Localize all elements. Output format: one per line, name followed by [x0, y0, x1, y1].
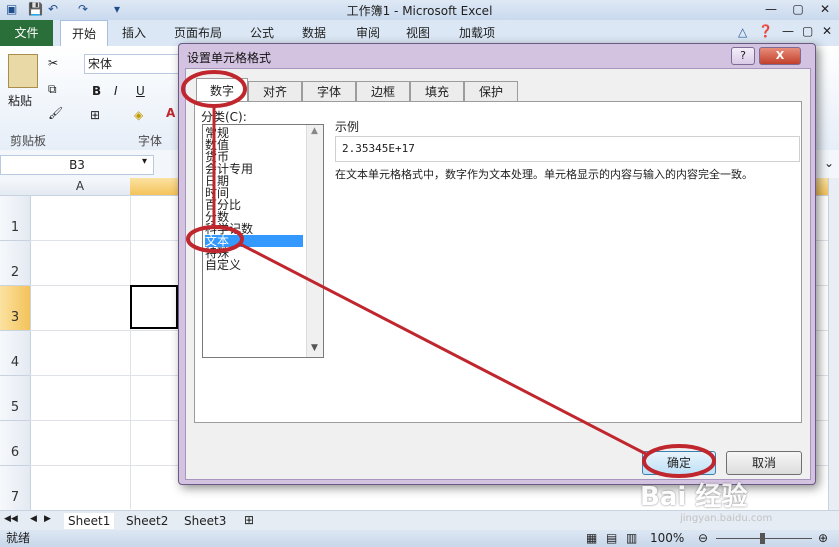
insert-sheet-icon[interactable]: ⊞	[244, 513, 254, 527]
category-item[interactable]: 自定义	[205, 259, 241, 271]
scroll-up-icon[interactable]: ▲	[311, 126, 318, 136]
cut-icon[interactable]: ✂	[48, 56, 58, 70]
fill-color-icon[interactable]: ◈	[134, 108, 143, 122]
status-bar: 就绪 ▦ ▤ ▥ 100% ⊖ ⊕	[0, 530, 839, 547]
sheet-tab-sheet1[interactable]: Sheet1	[64, 513, 115, 529]
tab-home[interactable]: 开始	[60, 20, 108, 47]
font-color-icon[interactable]: A	[166, 106, 175, 120]
dialog-title: 设置单元格格式	[187, 51, 272, 65]
normal-view-icon[interactable]: ▦	[586, 530, 597, 547]
sheet-nav-next-icon[interactable]: ▶	[44, 514, 51, 524]
category-list-scrollbar[interactable]: ▲ ▼	[306, 125, 323, 357]
column-header-a[interactable]: A	[30, 178, 131, 196]
baidu-watermark: Bai 经验 jingyan.baidu.com	[640, 476, 835, 526]
paste-icon[interactable]	[8, 54, 38, 88]
underline-button[interactable]: U	[136, 84, 145, 98]
bold-button[interactable]: B	[92, 84, 101, 98]
tab-file[interactable]: 文件	[0, 20, 53, 46]
column-gridline	[130, 195, 131, 509]
dialog-close-button[interactable]: X	[759, 47, 801, 65]
copy-icon[interactable]: ⧉	[48, 82, 57, 97]
tab-protection[interactable]: 保护	[464, 81, 518, 102]
page-break-view-icon[interactable]: ▥	[626, 530, 637, 547]
sheet-tab-sheet2[interactable]: Sheet2	[122, 513, 172, 529]
row-header-3[interactable]: 3	[0, 286, 31, 331]
sample-value: 2.35345E+17	[335, 136, 800, 162]
window-title: 工作簿1 - Microsoft Excel	[346, 4, 493, 18]
workbook-close-icon[interactable]: ✕	[822, 24, 832, 38]
baidu-url: jingyan.baidu.com	[680, 513, 773, 524]
workbook-restore-icon[interactable]: ▢	[802, 24, 813, 38]
borders-icon[interactable]: ⊞	[90, 108, 100, 122]
active-cell-b3[interactable]	[130, 285, 178, 329]
close-window-icon[interactable]: ✕	[812, 0, 838, 18]
font-group-label: 字体	[138, 134, 163, 148]
category-list[interactable]: 常规 数值 货币 会计专用 日期 时间 百分比 分数 科学记数 文本 特殊 自定义 ▲ ▼	[202, 124, 324, 358]
zoom-out-icon[interactable]: ⊖	[698, 530, 708, 547]
tab-border[interactable]: 边框	[356, 81, 410, 102]
category-label: 分类(C):	[201, 110, 247, 124]
zoom-slider-thumb[interactable]	[760, 533, 765, 544]
expand-formula-bar-icon[interactable]: ⌄	[824, 156, 834, 170]
format-painter-icon[interactable]: 🖌	[48, 106, 63, 120]
name-box-dropdown-icon[interactable]: ▾	[142, 156, 147, 167]
title-bar: ▣ 💾 ↶ ↷ ▾ 工作簿1 - Microsoft Excel — ▢ ✕	[0, 0, 839, 20]
help-icon[interactable]: ❓	[758, 24, 773, 38]
sheet-nav-first-icon[interactable]: ◀◀	[4, 514, 18, 524]
scroll-down-icon[interactable]: ▼	[311, 343, 318, 353]
tab-fill[interactable]: 填充	[410, 81, 464, 102]
maximize-icon[interactable]: ▢	[785, 0, 811, 18]
zoom-level[interactable]: 100%	[650, 530, 684, 547]
ok-button[interactable]: 确定	[642, 451, 716, 475]
tab-number[interactable]: 数字	[196, 78, 248, 103]
clipboard-group-label: 剪贴板	[10, 134, 47, 148]
workbook-minimize-icon[interactable]: —	[782, 24, 794, 38]
category-description: 在文本单元格格式中，数字作为文本处理。单元格显示的内容与输入的内容完全一致。	[335, 168, 753, 181]
vertical-scrollbar[interactable]	[828, 178, 839, 510]
zoom-in-icon[interactable]: ⊕	[818, 530, 828, 547]
name-box[interactable]: B3	[0, 155, 154, 175]
minimize-icon[interactable]: —	[758, 0, 784, 18]
dialog-help-button[interactable]: ?	[731, 47, 755, 65]
font-name-box[interactable]: 宋体	[84, 54, 185, 74]
row-header-6[interactable]: 6	[0, 421, 31, 466]
paste-button[interactable]: 粘贴	[8, 92, 32, 109]
italic-button[interactable]: I	[114, 84, 118, 98]
row-header-1[interactable]: 1	[0, 196, 31, 241]
sheet-tab-sheet3[interactable]: Sheet3	[180, 513, 230, 529]
tab-alignment[interactable]: 对齐	[248, 81, 302, 102]
tab-insert[interactable]: 插入	[112, 20, 156, 46]
dialog-body: 数字 对齐 字体 边框 填充 保护 分类(C): 常规 数值 货币 会计专用 日期 时间百…	[185, 68, 811, 480]
row-header-4[interactable]: 4	[0, 331, 31, 376]
status-ready: 就绪	[6, 531, 31, 545]
ribbon-minimize-icon[interactable]: △	[738, 25, 747, 39]
page-layout-view-icon[interactable]: ▤	[606, 530, 617, 547]
row-header-5[interactable]: 5	[0, 376, 31, 421]
row-header-2[interactable]: 2	[0, 241, 31, 286]
select-all-corner[interactable]	[0, 178, 31, 196]
format-cells-dialog: 设置单元格格式 ? X 数字 对齐 字体 边框 填充 保护 分类(C): 常规数…	[178, 43, 816, 485]
cancel-button[interactable]: 取消	[726, 451, 802, 475]
row-header-7[interactable]: 7	[0, 466, 31, 511]
tab-font[interactable]: 字体	[302, 81, 356, 102]
number-tab-panel: 分类(C): 常规 数值 货币 会计专用 日期 时间 百分比 分数 科学记数 文本 特殊 自定义 ▲ …	[194, 101, 802, 423]
baidu-logo: Bai 经验	[640, 482, 748, 512]
sheet-nav-prev-icon[interactable]: ◀	[30, 514, 37, 524]
sample-label: 示例	[335, 120, 360, 134]
